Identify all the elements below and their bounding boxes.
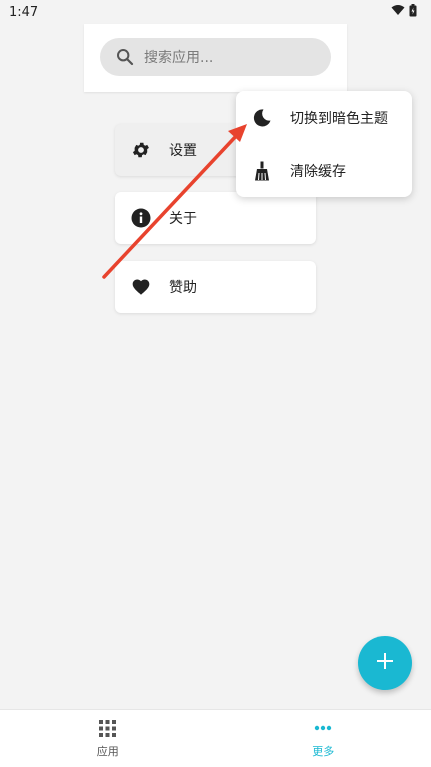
wifi-icon: [391, 4, 405, 20]
info-icon: [131, 208, 151, 228]
overflow-popup-menu: 切换到暗色主题 清除缓存: [236, 91, 412, 197]
status-icons: [391, 3, 417, 21]
nav-item-apps[interactable]: 应用: [0, 710, 216, 767]
grid-icon: [98, 718, 118, 738]
heart-icon: [131, 277, 151, 297]
search-icon: [116, 48, 134, 66]
popup-item-clear-cache[interactable]: 清除缓存: [236, 144, 412, 197]
popup-item-dark-theme[interactable]: 切换到暗色主题: [236, 91, 412, 144]
menu-item-label: 赞助: [169, 280, 197, 296]
menu-item-label: 关于: [169, 211, 197, 227]
search-panel: 搜索应用...: [84, 24, 347, 92]
nav-item-more[interactable]: 更多: [216, 710, 431, 767]
plus-icon: [376, 652, 394, 674]
status-bar: 1:47: [0, 0, 431, 24]
menu-item-about[interactable]: 关于: [115, 192, 316, 244]
menu-item-sponsor[interactable]: 赞助: [115, 261, 316, 313]
popup-item-label: 切换到暗色主题: [290, 110, 388, 127]
nav-item-label: 更多: [312, 745, 335, 758]
gear-icon: [131, 140, 151, 160]
broom-icon: [252, 161, 272, 181]
search-input[interactable]: 搜索应用...: [100, 38, 331, 76]
battery-icon: [409, 3, 417, 21]
status-time: 1:47: [9, 4, 39, 20]
bottom-nav: 应用 更多: [0, 709, 431, 767]
moon-icon: [252, 108, 272, 128]
search-placeholder: 搜索应用...: [144, 50, 214, 66]
menu-item-label: 设置: [169, 143, 197, 159]
add-fab-button[interactable]: [358, 636, 412, 690]
nav-item-label: 应用: [96, 745, 119, 758]
popup-item-label: 清除缓存: [290, 163, 346, 180]
more-dots-icon: [313, 718, 333, 738]
